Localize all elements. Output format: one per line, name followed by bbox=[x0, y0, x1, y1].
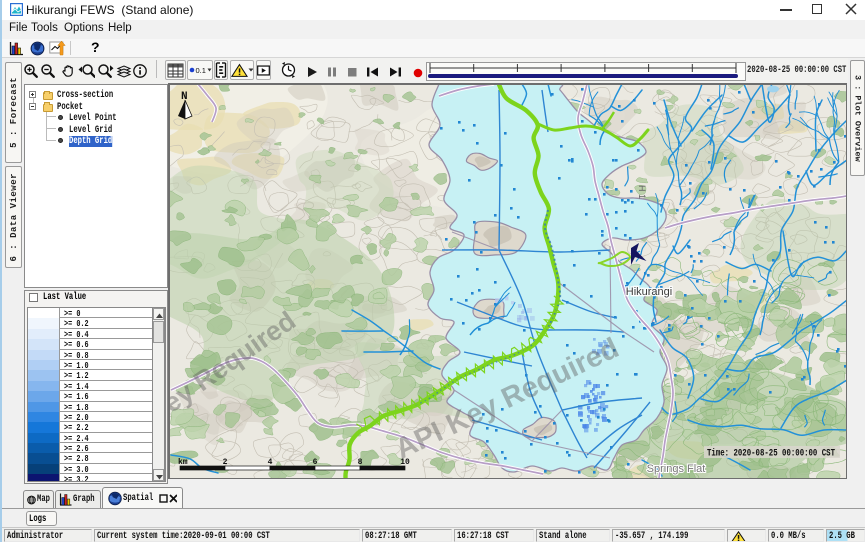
svg-text:6: 6 bbox=[313, 458, 318, 467]
svg-text:Hikurangi: Hikurangi bbox=[626, 286, 672, 298]
svg-text:km: km bbox=[178, 458, 188, 467]
svg-text:0.1: 0.1 bbox=[196, 66, 206, 75]
svg-text:Time: 2020-08-25 00:00:00 CST: Time: 2020-08-25 00:00:00 CST bbox=[707, 448, 835, 460]
svg-text:4: 4 bbox=[268, 458, 273, 467]
svg-text:2: 2 bbox=[223, 458, 228, 467]
svg-text:10: 10 bbox=[400, 458, 410, 467]
svg-text:8: 8 bbox=[358, 458, 363, 467]
svg-text:Springs Flat: Springs Flat bbox=[647, 463, 706, 475]
svg-text:N: N bbox=[181, 91, 188, 103]
svg-text:H 1: H 1 bbox=[637, 185, 647, 199]
